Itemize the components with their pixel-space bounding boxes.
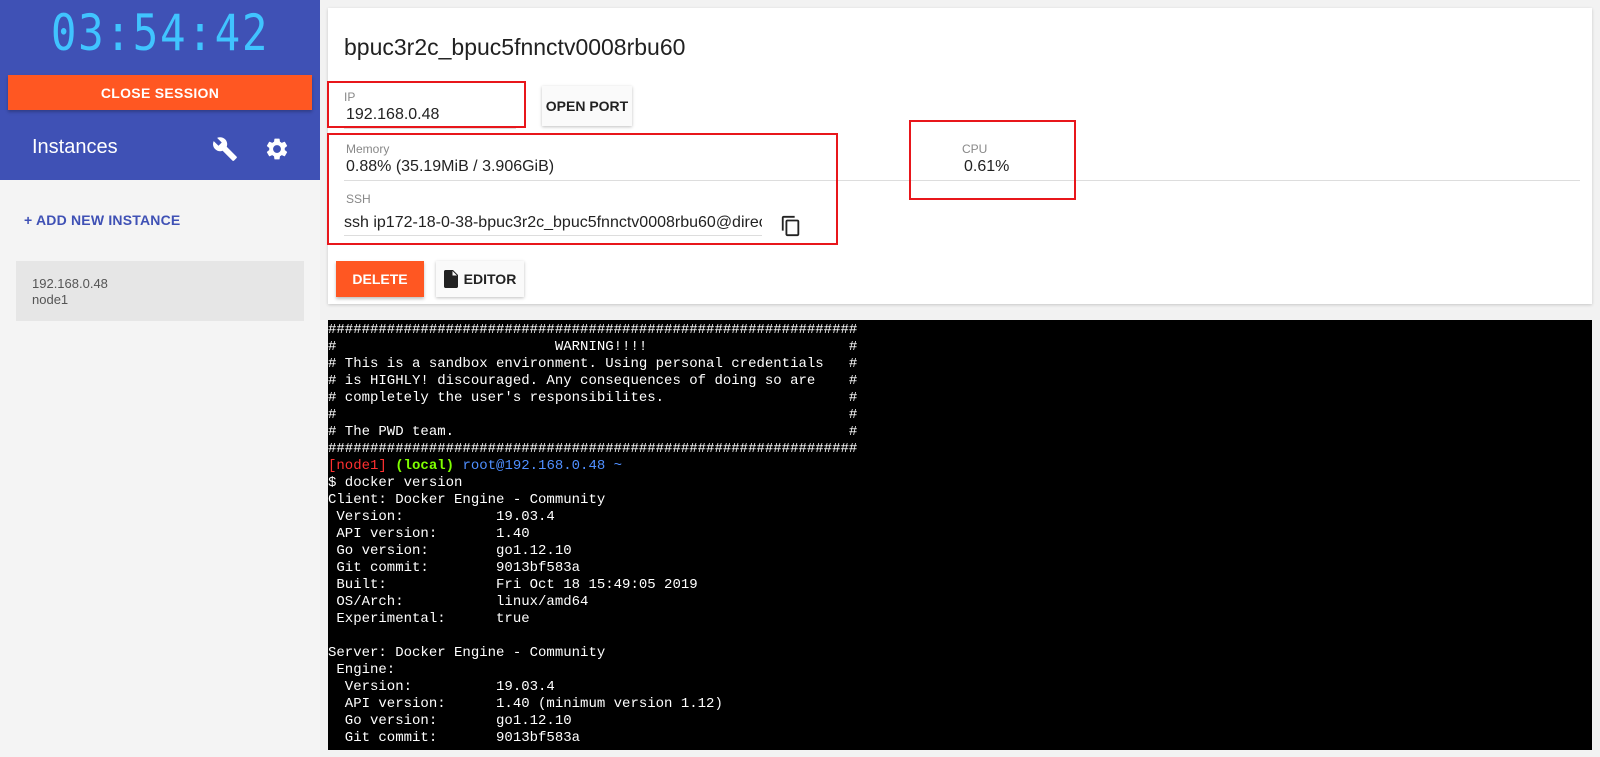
close-session-button[interactable]: CLOSE SESSION <box>8 75 312 110</box>
instance-list-item[interactable]: 192.168.0.48 node1 <box>16 261 304 321</box>
ip-highlight-box <box>327 81 526 128</box>
terminal-line: Git commit: 9013bf583a <box>328 560 581 576</box>
terminal-line: Go version: go1.12.10 <box>328 713 572 729</box>
instance-ip: 192.168.0.48 <box>32 276 108 291</box>
prompt-env: (local) <box>395 458 455 474</box>
cpu-highlight-box <box>909 120 1076 200</box>
prompt-node: [node1] <box>328 458 387 474</box>
terminal-line: OS/Arch: linux/amd64 <box>328 594 589 610</box>
terminal-line: Version: 19.03.4 <box>328 509 555 525</box>
terminal-line: ########################################… <box>328 441 858 457</box>
terminal-line: # The PWD team. # <box>328 424 858 440</box>
terminal-line: Engine: <box>328 662 396 678</box>
prompt-user: root@192.168.0.48 ~ <box>462 458 623 474</box>
sidebar: 03:54:42 CLOSE SESSION Instances + ADD N… <box>0 0 320 757</box>
terminal-line: # is HIGHLY! discouraged. Any consequenc… <box>328 373 858 389</box>
terminal-line: $ docker version <box>328 475 463 491</box>
terminal-line: Git commit: 9013bf583a <box>328 730 581 746</box>
terminal-line: Version: 19.03.4 <box>328 679 555 695</box>
open-port-button[interactable]: OPEN PORT <box>542 86 632 126</box>
delete-button[interactable]: DELETE <box>336 261 424 297</box>
file-icon <box>443 270 458 288</box>
terminal-line: # # <box>328 407 858 423</box>
memory-ssh-highlight-box <box>327 133 838 245</box>
terminal-line: # This is a sandbox environment. Using p… <box>328 356 858 372</box>
instances-title: Instances <box>32 136 118 158</box>
ip-underline <box>344 128 516 129</box>
terminal-line: Client: Docker Engine - Community <box>328 492 606 508</box>
terminal-line: API version: 1.40 <box>328 526 530 542</box>
terminal-line: Experimental: true <box>328 611 530 627</box>
wrench-icon[interactable] <box>212 136 238 162</box>
terminal[interactable]: ########################################… <box>328 320 1592 750</box>
instance-name: bpuc3r2c_bpuc5fnnctv0008rbu60 <box>344 34 686 60</box>
terminal-line: API version: 1.40 (minimum version 1.12) <box>328 696 723 712</box>
editor-button[interactable]: EDITOR <box>436 261 524 297</box>
add-new-instance-button[interactable]: + ADD NEW INSTANCE <box>24 212 180 228</box>
terminal-line: # completely the user's responsibilites.… <box>328 390 858 406</box>
terminal-line: Go version: go1.12.10 <box>328 543 572 559</box>
session-header: 03:54:42 CLOSE SESSION Instances <box>0 0 320 180</box>
session-timer: 03:54:42 <box>50 4 270 62</box>
gear-icon[interactable] <box>264 136 290 162</box>
terminal-line: ########################################… <box>328 322 858 338</box>
terminal-prompt: [node1] (local) root@192.168.0.48 ~ <box>328 458 1592 475</box>
terminal-line: # WARNING!!!! # <box>328 339 858 355</box>
editor-button-label: EDITOR <box>463 271 517 287</box>
instance-hostname: node1 <box>32 292 69 307</box>
terminal-line: Server: Docker Engine - Community <box>328 645 606 661</box>
terminal-line: Built: Fri Oct 18 15:49:05 2019 <box>328 577 698 593</box>
